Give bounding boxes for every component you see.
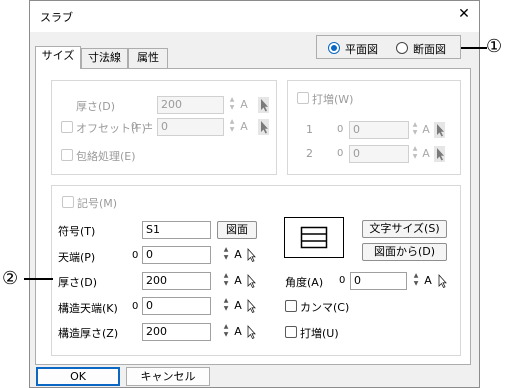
- angle-input[interactable]: 0: [350, 272, 407, 290]
- angle-label: 角度(A): [285, 276, 324, 289]
- callout-1-number: ①: [486, 36, 503, 57]
- offset-plus-minus: ±: [144, 119, 154, 132]
- struct-thickness-spinner[interactable]: ▲ ▼: [222, 323, 230, 341]
- tab-attribute[interactable]: 属性: [128, 48, 168, 68]
- pick-arrow-icon[interactable]: [434, 146, 445, 162]
- struct-thickness-label: 構造厚さ(Z): [58, 327, 119, 340]
- thickness-a-button-top[interactable]: A: [239, 97, 249, 113]
- pick-arrow-icon[interactable]: [245, 247, 256, 263]
- radio-plan-view-label[interactable]: 平面図: [345, 41, 378, 57]
- radio-section-view[interactable]: [396, 42, 408, 54]
- pick-arrow-icon[interactable]: [258, 97, 269, 113]
- dazo-row-2-input[interactable]: 0: [349, 145, 409, 163]
- dazo-row-1-spinner[interactable]: ▲ ▼: [411, 121, 419, 139]
- pick-arrow-icon[interactable]: [245, 298, 256, 314]
- dazo-row-2-a-button[interactable]: A: [421, 146, 431, 162]
- dazo-u-checkbox-label: 打増(U): [300, 327, 339, 340]
- dazo-checkbox-label: 打増(W): [312, 93, 354, 106]
- dazo-row-2-label: 2: [306, 147, 313, 160]
- tab-size[interactable]: サイズ: [35, 46, 81, 69]
- symbol-preview-icon: [284, 217, 344, 258]
- from-drawing-button[interactable]: 図面から(D): [362, 243, 447, 261]
- code-label: 符号(T): [58, 225, 96, 238]
- pick-arrow-icon[interactable]: [258, 119, 269, 135]
- dazo-row-1-label: 1: [306, 123, 313, 136]
- struct-top-a-button[interactable]: A: [233, 298, 243, 314]
- pick-arrow-icon[interactable]: [434, 122, 445, 138]
- dazo-checkbox[interactable]: [297, 92, 309, 104]
- offset-zero: 0: [131, 121, 138, 132]
- comma-checkbox-label: カンマ(C): [300, 301, 350, 314]
- struct-thickness-input[interactable]: 200: [142, 323, 211, 341]
- close-icon[interactable]: ✕: [456, 5, 472, 23]
- cancel-button[interactable]: キャンセル: [126, 367, 210, 386]
- comma-checkbox[interactable]: [285, 300, 297, 312]
- pick-arrow-icon[interactable]: [436, 273, 447, 289]
- zumen-button[interactable]: 図面: [217, 221, 257, 239]
- offset-checkbox[interactable]: [61, 121, 73, 133]
- title-bar[interactable]: [29, 0, 480, 32]
- callout-1-line: [461, 47, 487, 49]
- thickness-label: 厚さ(D): [58, 276, 98, 289]
- top-zero: 0: [132, 250, 139, 261]
- pick-arrow-icon[interactable]: [245, 273, 256, 289]
- angle-zero: 0: [339, 275, 346, 286]
- text-size-button[interactable]: 文字サイズ(S): [362, 220, 447, 238]
- top-input[interactable]: 0: [142, 246, 211, 264]
- top-label: 天端(P): [58, 251, 96, 264]
- callout-2-line: [24, 278, 53, 280]
- thickness-label-top: 厚さ(D): [76, 100, 116, 113]
- dazo-row-2-zero: 0: [337, 148, 344, 159]
- callout-2-number: ②: [2, 268, 19, 289]
- thickness-spinner[interactable]: ▲ ▼: [222, 272, 230, 290]
- struct-top-label: 構造天端(K): [58, 302, 118, 315]
- struct-thickness-a-button[interactable]: A: [233, 324, 243, 340]
- thickness-spinner-top[interactable]: ▲ ▼: [228, 96, 236, 114]
- window-title: スラブ: [40, 11, 73, 24]
- radio-section-view-label[interactable]: 断面図: [413, 41, 446, 57]
- dazo-row-1-a-button[interactable]: A: [421, 122, 431, 138]
- pick-arrow-icon[interactable]: [245, 324, 256, 340]
- radio-plan-view[interactable]: [328, 42, 340, 54]
- thickness-input[interactable]: 200: [142, 272, 211, 290]
- angle-a-button[interactable]: A: [423, 273, 433, 289]
- top-spinner[interactable]: ▲ ▼: [222, 246, 230, 264]
- dazo-row-1-zero: 0: [337, 124, 344, 135]
- offset-spinner[interactable]: ▲ ▼: [228, 118, 236, 136]
- struct-top-spinner[interactable]: ▲ ▼: [222, 297, 230, 315]
- ok-button[interactable]: OK: [36, 367, 120, 386]
- envelope-checkbox[interactable]: [61, 149, 73, 161]
- struct-top-input[interactable]: 0: [142, 297, 211, 315]
- angle-spinner[interactable]: ▲ ▼: [412, 272, 420, 290]
- top-a-button[interactable]: A: [233, 247, 243, 263]
- symbol-checkbox[interactable]: [62, 196, 74, 208]
- offset-a-button[interactable]: A: [239, 119, 249, 135]
- dazo-row-1-input[interactable]: 0: [349, 121, 409, 139]
- envelope-label: 包絡処理(E): [76, 150, 136, 163]
- dazo-u-checkbox[interactable]: [285, 326, 297, 338]
- tab-dimension-line[interactable]: 寸法線: [81, 48, 128, 68]
- offset-input[interactable]: 0: [157, 118, 224, 136]
- struct-top-zero: 0: [132, 301, 139, 312]
- dazo-row-2-spinner[interactable]: ▲ ▼: [411, 145, 419, 163]
- symbol-checkbox-label: 記号(M): [77, 197, 118, 210]
- code-input[interactable]: S1: [142, 221, 211, 239]
- thickness-input-top[interactable]: 200: [157, 96, 224, 114]
- thickness-a-button[interactable]: A: [233, 273, 243, 289]
